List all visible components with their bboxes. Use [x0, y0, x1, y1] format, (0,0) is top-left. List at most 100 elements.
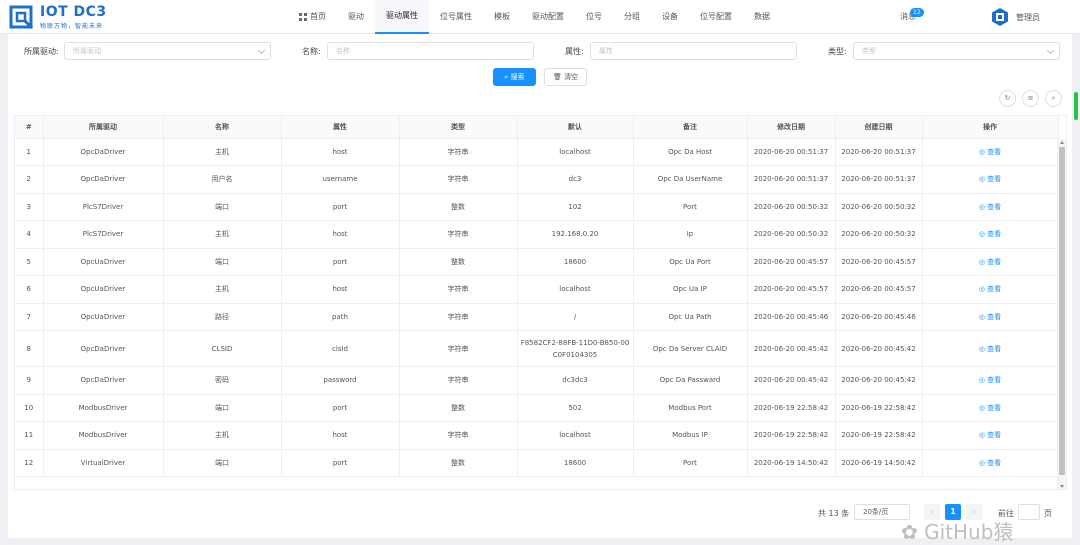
table-cell: 8	[15, 330, 44, 367]
grid-icon	[299, 13, 307, 21]
driver-filter-placeholder: 所属驱动	[73, 47, 101, 55]
column-header: 所属驱动	[43, 116, 164, 139]
table-cell: 字符串	[399, 421, 518, 450]
table-cell: 2020-06-19 22:58:42	[747, 421, 836, 450]
table-cell: 字符串	[399, 220, 518, 249]
table-cell: localhost	[517, 421, 634, 450]
table-cell: port	[281, 193, 400, 221]
main-nav: 首页 驱动 驱动属性 位号属性 模板 驱动配置 位号 分组 设备 位号配置 数据	[288, 0, 781, 34]
view-button[interactable]: ◎ 查看	[979, 203, 1001, 211]
goto-page-input[interactable]	[1018, 504, 1040, 520]
table-cell: Modbus IP	[633, 421, 748, 450]
view-button[interactable]: ◎ 查看	[979, 459, 1001, 467]
brand-logo[interactable]: IOT DC3 物联万物，智能未来	[8, 3, 128, 31]
attr-filter-label: 属性:	[565, 47, 584, 56]
view-button-label: 查看	[987, 230, 1002, 239]
view-button[interactable]: ◎ 查看	[979, 258, 1001, 266]
table-cell: Opc Da Host	[633, 138, 748, 166]
chevron-down-icon	[1046, 46, 1055, 55]
view-button[interactable]: ◎ 查看	[979, 313, 1001, 321]
chevron-down-icon	[257, 46, 266, 55]
type-filter-placeholder: 类型	[862, 47, 876, 55]
scroll-up-icon[interactable]	[1060, 141, 1064, 144]
table-cell: 主机	[163, 138, 282, 166]
table-cell: 18600	[517, 449, 634, 477]
action-cell: ◎ 查看	[922, 138, 1059, 166]
table-cell: Opc Ua IP	[633, 275, 748, 304]
table-cell: Opc Da Passward	[633, 366, 748, 395]
search-button[interactable]: ⌕ 搜索	[493, 68, 536, 86]
view-button[interactable]: ◎ 查看	[979, 285, 1001, 293]
view-button[interactable]: ◎ 查看	[979, 404, 1001, 412]
table-cell: 整数	[399, 394, 518, 422]
driver-filter-select[interactable]: 所属驱动	[64, 42, 271, 60]
nav-driver-config[interactable]: 驱动配置	[521, 0, 575, 34]
refresh-icon[interactable]: ↻	[999, 90, 1016, 107]
view-button[interactable]: ◎ 查看	[979, 175, 1001, 183]
table-cell: path	[281, 303, 400, 331]
table-cell: localhost	[517, 138, 634, 166]
table-row: 5 OpcUaDriver 端口 port 整数 18600 Opc Ua Port 2020…	[15, 248, 1059, 276]
nav-group[interactable]: 分组	[613, 0, 651, 34]
nav-driver[interactable]: 驱动	[337, 0, 375, 34]
view-button[interactable]: ◎ 查看	[979, 230, 1001, 238]
table-cell: 4	[15, 220, 44, 249]
clear-button[interactable]: 🗑 清空	[544, 68, 587, 86]
avatar	[992, 8, 1008, 26]
scroll-down-icon[interactable]	[1060, 485, 1064, 488]
eye-icon: ◎	[978, 257, 988, 266]
view-button[interactable]: ◎ 查看	[979, 431, 1001, 439]
nav-point-attribute[interactable]: 位号属性	[429, 0, 483, 34]
table-cell: 2020-06-20 00:45:57	[835, 275, 923, 304]
eye-icon: ◎	[978, 344, 988, 353]
column-header: 操作	[922, 116, 1059, 139]
table-row: 2 OpcDaDriver 用户名 username 字符串 dc3 Opc Da User…	[15, 165, 1059, 194]
top-header: IOT DC3 物联万物，智能未来 首页 驱动 驱动属性 位号属性 模板 驱动配…	[0, 0, 1080, 34]
table-scrollbar[interactable]	[1057, 139, 1066, 489]
table-cell: OpcUaDriver	[43, 248, 164, 276]
table-cell: 主机	[163, 421, 282, 450]
nav-point[interactable]: 位号	[575, 0, 613, 34]
table-cell: 密码	[163, 366, 282, 395]
table-cell: 2020-06-20 00:45:57	[747, 275, 836, 304]
action-cell: ◎ 查看	[922, 330, 1059, 367]
table-cell: 2020-06-20 00:50:32	[747, 193, 836, 221]
nav-data[interactable]: 数据	[743, 0, 781, 34]
table-cell: Opc Ua Path	[633, 303, 748, 331]
density-icon[interactable]: ≡	[1022, 90, 1039, 107]
table-cell: dc3dc3	[517, 366, 634, 395]
view-button[interactable]: ◎ 查看	[979, 376, 1001, 384]
type-filter-select[interactable]: 类型	[853, 42, 1060, 60]
nav-driver-attribute[interactable]: 驱动属性	[375, 0, 429, 34]
action-cell: ◎ 查看	[922, 394, 1059, 422]
scroll-thumb[interactable]	[1059, 147, 1065, 475]
action-cell: ◎ 查看	[922, 303, 1059, 331]
table-cell: 字符串	[399, 303, 518, 331]
eye-icon: ◎	[978, 458, 988, 467]
search-toggle-icon[interactable]: ⌕	[1045, 90, 1062, 107]
nav-device[interactable]: 设备	[651, 0, 689, 34]
view-button[interactable]: ◎ 查看	[979, 345, 1001, 353]
eye-icon: ◎	[978, 230, 988, 239]
table-row: 9 OpcDaDriver 密码 password 字符串 dc3dc3 Opc Da Pa…	[15, 366, 1059, 395]
view-button-label: 查看	[987, 202, 1002, 211]
attr-filter-input[interactable]: 属性	[590, 42, 797, 60]
table-cell: Opc Ua Port	[633, 248, 748, 276]
table-row: 3 PlcS7Driver 端口 port 整数 102 Port 2020-06-20 00…	[15, 193, 1059, 221]
action-cell: ◎ 查看	[922, 421, 1059, 450]
nav-home[interactable]: 首页	[288, 0, 337, 34]
table-cell: 2020-06-20 00:45:42	[747, 366, 836, 395]
view-button[interactable]: ◎ 查看	[979, 148, 1001, 156]
table-cell: OpcDaDriver	[43, 330, 164, 367]
table-cell: Port	[633, 449, 748, 477]
action-cell: ◎ 查看	[922, 165, 1059, 194]
name-filter-input[interactable]: 名称	[327, 42, 534, 60]
table-cell: 2020-06-20 00:45:42	[835, 330, 923, 367]
nav-point-config[interactable]: 位号配置	[689, 0, 743, 34]
user-menu[interactable]: 管理员	[990, 7, 1040, 27]
table-cell: 整数	[399, 193, 518, 221]
data-table: # 所属驱动 名称 属性 类型 默认 备注 修改日期 创建日期 操作 1 OpcD…	[14, 115, 1067, 490]
eye-icon: ◎	[978, 312, 988, 321]
nav-template[interactable]: 模板	[483, 0, 521, 34]
action-cell: ◎ 查看	[922, 449, 1059, 477]
